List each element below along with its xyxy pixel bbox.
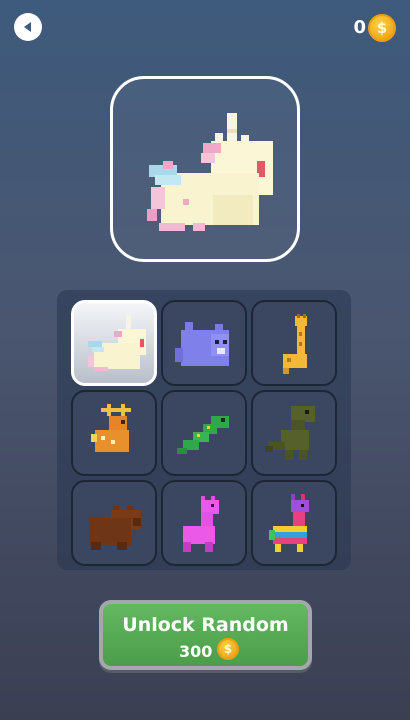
bear-icon — [89, 506, 141, 550]
green-snake-icon — [177, 416, 229, 454]
back-button[interactable] — [14, 13, 42, 41]
coin-symbol: $ — [376, 19, 388, 37]
back-arrow-icon — [24, 22, 31, 32]
character-cell-unicorn[interactable] — [71, 300, 157, 386]
unlock-random-button[interactable]: Unlock Random 300 $ — [99, 600, 312, 670]
character-cell-pink-llama[interactable] — [161, 480, 247, 566]
character-preview — [110, 76, 300, 262]
character-grid — [57, 290, 351, 570]
unicorn-preview-image — [147, 113, 273, 231]
character-cell-giraffe[interactable] — [251, 300, 337, 386]
pink-llama-icon — [183, 496, 219, 552]
character-cell-blue-cat[interactable] — [161, 300, 247, 386]
character-cell-bear[interactable] — [71, 480, 157, 566]
unicorn-icon — [88, 315, 146, 371]
character-cell-dinosaur[interactable] — [251, 390, 337, 476]
dinosaur-icon — [265, 406, 315, 460]
deer-icon — [91, 404, 131, 452]
character-cell-pinata-llama[interactable] — [251, 480, 337, 566]
unlock-price: 300 — [179, 642, 213, 661]
coin-icon: $ — [368, 14, 396, 42]
pinata-llama-icon — [269, 494, 309, 552]
coin-count: 0 — [353, 17, 366, 38]
unlock-random-label: Unlock Random — [122, 614, 289, 636]
character-cell-green-snake[interactable] — [161, 390, 247, 476]
coin-icon: $ — [217, 638, 239, 660]
character-cell-deer[interactable] — [71, 390, 157, 476]
coin-symbol: $ — [223, 642, 233, 656]
giraffe-icon — [283, 314, 307, 374]
blue-cat-icon — [175, 322, 229, 366]
